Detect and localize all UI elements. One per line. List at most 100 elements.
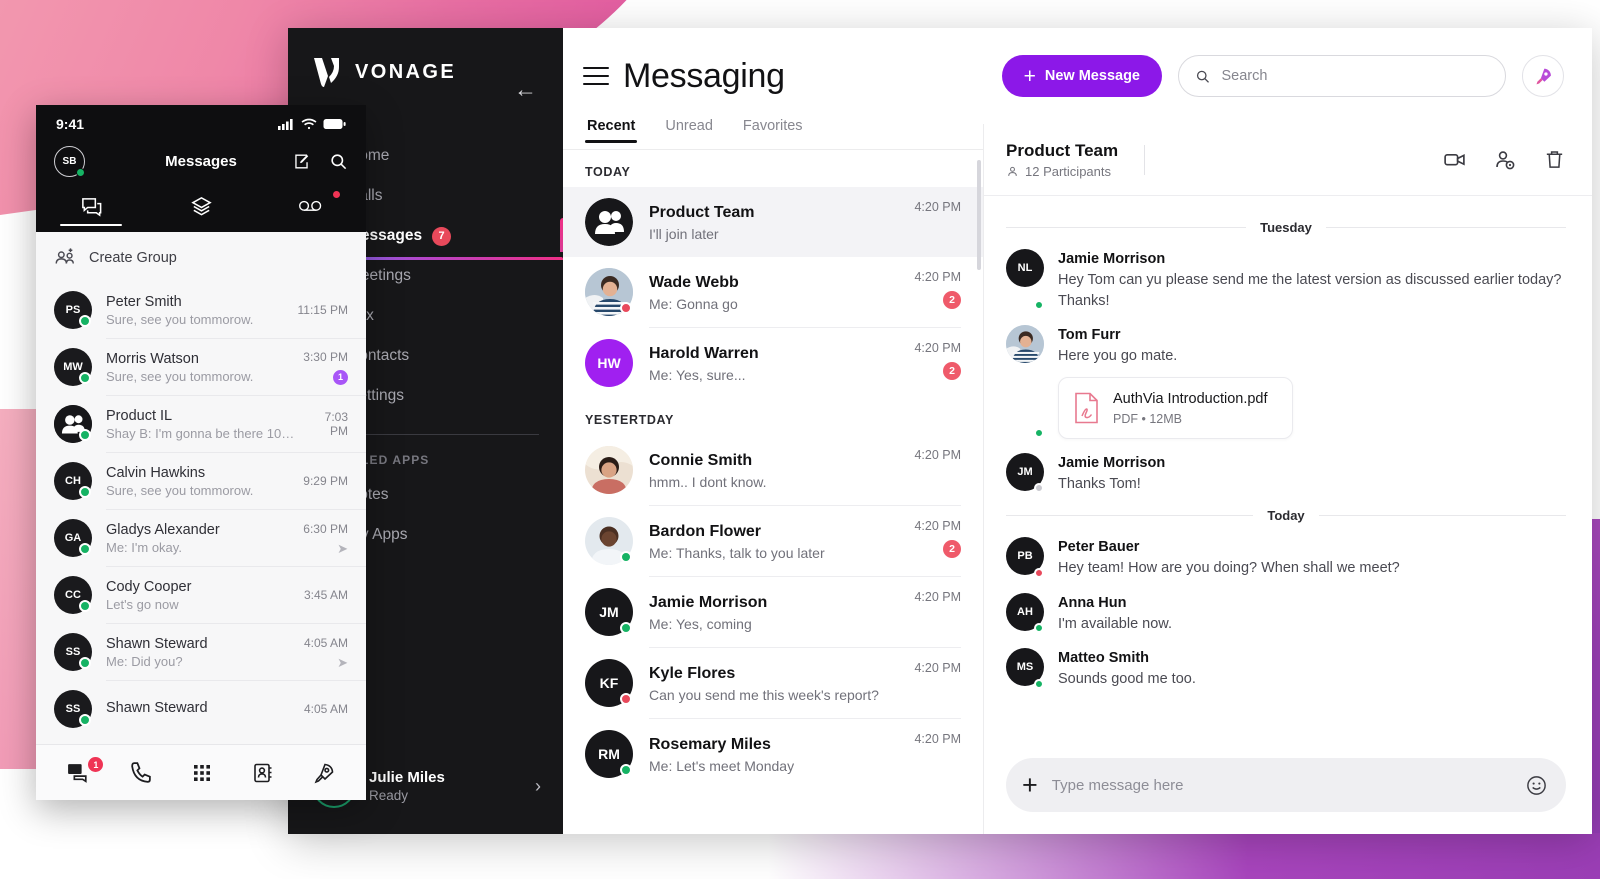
cellular-icon [278,119,293,130]
conversation-item[interactable]: RM Rosemary Miles Me: Let's meet Monday 4:2… [563,719,983,789]
conversation-item[interactable]: Bardon Flower Me: Thanks, talk to you lat… [563,506,983,576]
message-preview: Sure, see you tommorow. [106,312,254,328]
mobile-tab-chats[interactable] [36,189,146,228]
list-item[interactable]: SS Shawn Steward 4:05 AM [36,681,366,737]
person-icon [1008,166,1017,176]
list-item[interactable]: SS Shawn Steward Me: Did you? 4:05 AM ➤ [36,624,366,680]
battery-icon [323,119,346,129]
list-item-text: Gladys Alexander Me: I'm okay. [106,521,293,556]
conversation-time: 4:20 PM [914,590,961,604]
presence-dot [1034,678,1044,689]
chat-column: Product Team 12 Participants Tuesday NL … [983,124,1592,834]
new-message-button[interactable]: + New Message [1001,55,1162,97]
conversation-meta: 4:20 PM 2 [914,517,961,558]
message-time: 4:05 AM [303,635,348,650]
add-person-icon[interactable] [1493,148,1517,172]
avatar [1006,325,1044,364]
conversation-section-header: TODAY [585,165,631,179]
hamburger-icon[interactable] [583,61,609,92]
status-icons [278,118,346,130]
tab-recent[interactable]: Recent [585,118,638,143]
conversation-item[interactable]: KF Kyle Flores Can you send me this week's… [563,648,983,718]
presence-dot [79,657,91,669]
avatar-wrap: CC [54,576,92,614]
tab-favorites[interactable]: Favorites [741,118,805,143]
list-item[interactable]: MW Morris Watson Sure, see you tommorow. 3:… [36,339,366,395]
list-item[interactable]: CC Cody Cooper Let's go now 3:45 AM [36,567,366,623]
scrollbar[interactable] [977,160,981,270]
avatar-wrap: SS [54,690,92,728]
conversation-item[interactable]: Wade Webb Me: Gonna go 4:20 PM 2 [563,257,983,327]
nav-messages-icon[interactable]: 1 [66,757,104,785]
conversation-item[interactable]: HW Harold Warren Me: Yes, sure... 4:20 PM 2 [563,328,983,398]
chat-title: Product Team [1006,140,1119,160]
avatar-wrap: PB [1006,537,1044,579]
nav-badge: 1 [88,757,104,772]
sidebar-badge-messages: 7 [432,226,452,246]
conversation-meta: 4:20 PM [914,198,961,214]
tab-unread[interactable]: Unread [663,118,715,143]
message-sender: Anna Hun [1058,594,1127,611]
message-text: I'm available now. [1058,615,1172,632]
mobile-phone-overlay: 9:41 SB Messages Create Group PS Peter S… [36,105,366,800]
conversation-time: 4:20 PM [914,519,961,533]
list-item[interactable]: Product IL Shay B: I'm gonna be there 100… [36,396,366,452]
separator-line [1006,515,1254,517]
list-item[interactable]: CH Calvin Hawkins Sure, see you tommorow. 9… [36,453,366,509]
create-group-button[interactable]: Create Group [36,232,366,282]
avatar[interactable]: SB [54,146,85,177]
filter-tabs: Recent Unread Favorites [563,118,983,150]
search-icon [1196,70,1209,83]
rocket-button[interactable] [1522,55,1564,97]
presence-dot [79,315,91,327]
file-attachment[interactable]: AuthVia Introduction.pdf PDF • 12MB [1058,376,1293,439]
list-item[interactable]: GA Gladys Alexander Me: I'm okay. 6:30 PM ➤ [36,510,366,566]
message-composer[interactable]: + [1006,758,1566,812]
compose-icon[interactable] [292,152,311,171]
conversation-name: Rosemary Miles [649,736,771,754]
mobile-tab-voicemail[interactable] [256,189,366,228]
presence-dot [79,714,91,726]
conversation-name: Kyle Flores [649,665,736,683]
message-time: 4:05 AM [303,702,348,716]
pdf-icon [1075,392,1098,423]
mobile-tab-layers[interactable] [146,189,256,228]
presence-dot [79,543,91,555]
conversation-text: Product Team I'll join later [649,202,902,242]
message-body: Tom Furr Here you go mate. AuthVia Introdu… [1058,325,1566,439]
nav-phone-icon[interactable] [128,760,153,785]
avatar-wrap: SS [54,633,92,671]
conversation-item[interactable]: Connie Smith hmm.. I dont know. 4:20 PM [563,435,983,505]
nav-keypad-icon[interactable] [190,761,214,785]
search-icon[interactable] [329,152,348,171]
avatar-initials: SB [62,156,77,167]
conversation-text: Jamie Morrison Me: Yes, coming [649,592,902,632]
avatar-wrap: MS [1006,648,1044,690]
conversation-meta: 4:20 PM 2 [914,339,961,380]
search-box[interactable] [1178,55,1506,97]
presence-dot [1034,427,1044,438]
list-item-text: Shawn Steward [106,699,294,719]
conversation-item[interactable]: Product Team I'll join later 4:20 PM [563,187,983,257]
presence-dot [620,764,632,776]
search-input[interactable] [1221,68,1489,84]
message-input[interactable] [1051,776,1511,794]
main-area: Messaging + New Message Search Recent Un… [563,28,1592,834]
list-item-meta: 3:30 PM 1 [303,350,348,385]
conversation-name: Harold Warren [649,345,759,363]
list-item[interactable]: PS Peter Smith Sure, see you tommorow. 11:1… [36,282,366,338]
video-camera-icon[interactable] [1442,147,1467,172]
message-time: 11:15 PM [297,303,348,317]
avatar-wrap [54,405,92,443]
conversation-item[interactable]: JM Jamie Morrison Me: Yes, coming 4:20 PM [563,577,983,647]
nav-contacts-icon[interactable] [251,761,275,785]
mobile-tabs [36,183,366,228]
nav-rocket-icon[interactable] [312,761,336,785]
trash-icon[interactable] [1543,148,1566,171]
avatar-wrap: HW [585,339,633,387]
collapse-sidebar-button[interactable]: ← [514,78,537,101]
avatar-wrap [585,268,633,316]
plus-icon[interactable]: + [1022,771,1038,799]
chat-header-info: Product Team 12 Participants [1006,140,1118,179]
emoji-icon[interactable] [1525,774,1548,797]
